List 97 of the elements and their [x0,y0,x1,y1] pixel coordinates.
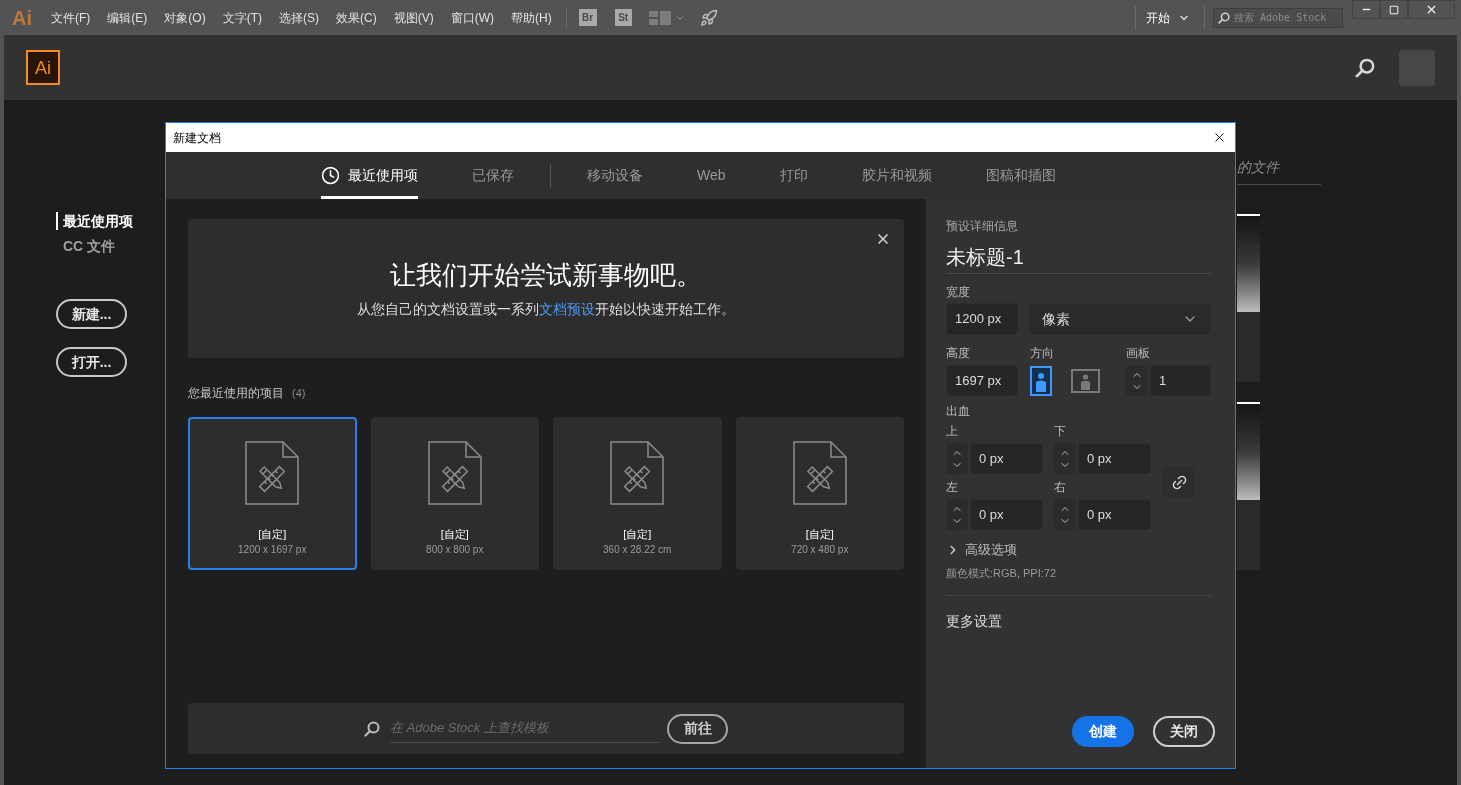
tab[interactable]: 胶片和视频 [861,152,932,199]
bleed-field[interactable]: 0 px [970,499,1043,530]
tab[interactable]: 已保存 [472,152,514,199]
recent-file-card[interactable] [1237,402,1260,570]
portrait-icon [1030,365,1052,396]
tab[interactable]: 图稿和插图 [985,152,1056,199]
bleed-side-label: 左 [946,480,958,494]
bleed-side-label: 右 [1054,480,1066,494]
advanced-options-toggle[interactable]: 高级选项 [946,542,1017,558]
close-button[interactable] [875,231,891,247]
go-button[interactable]: 前往 [667,713,728,744]
more-settings-link[interactable]: 更多设置 [946,612,1002,630]
presets-link[interactable]: 文档预设 [539,300,595,317]
document-tools-icon [427,441,482,505]
artboards-label: 画板 [1126,346,1151,360]
app-logo: Ai [12,7,32,28]
menu-item[interactable]: 视图(V) [393,8,434,27]
app-logo: Ai [26,50,60,85]
stepper-button[interactable] [1054,499,1076,530]
orientation-button[interactable] [1071,368,1100,393]
link-bleed-button[interactable] [1163,466,1195,498]
document-tools-icon [792,441,847,505]
width-label: 宽度 [946,285,971,299]
layout-grid-icon [648,10,671,25]
stepper-button[interactable] [946,443,968,474]
height-label: 高度 [946,346,971,360]
search-icon [1218,11,1230,24]
banner-subtitle: 从您自己的文档设置或一系列文档预设开始以快速开始工作。 [357,299,735,318]
recent-count: (4) [292,386,306,400]
clock-icon [321,166,340,185]
stepper-button[interactable] [946,499,968,530]
tab[interactable]: 打印 [779,152,808,199]
tab[interactable]: 移动设备 [587,152,643,199]
width-field[interactable]: 1200 px [946,303,1018,335]
preset-size: 360 x 28.22 cm [603,544,672,556]
arrange-documents-button[interactable] [648,10,685,25]
recent-file-card[interactable] [1237,214,1260,382]
bleed-side-label: 上 [946,424,958,438]
bleed-side-label: 下 [1054,424,1066,438]
recent-preset-card[interactable]: [自定] 800 x 800 px [370,417,539,570]
start-button[interactable]: 新建... [56,299,127,329]
color-mode-info: 颜色模式:RGB, PPI:72 [946,566,1058,580]
orientation-label: 方向 [1030,346,1055,360]
recent-preset-card[interactable]: [自定] 720 x 480 px [735,417,904,570]
bleed-field[interactable]: 0 px [1078,499,1151,530]
menu-item[interactable]: 编辑(E) [107,8,148,27]
landscape-icon [1071,368,1100,393]
menu-item[interactable]: 对象(O) [164,8,206,27]
menu-item[interactable]: 文件(F) [51,8,91,27]
maximize-icon [1389,4,1399,15]
artboards-field[interactable]: 1 [1150,365,1211,396]
menu-item[interactable]: 选择(S) [279,8,319,27]
workspace-switcher[interactable]: 开始 [1146,8,1190,27]
tab[interactable]: 最近使用项 [321,152,418,199]
menu-item[interactable]: 帮助(H) [511,8,552,27]
recent-files-search-field[interactable]: 的文件 [1237,157,1321,185]
start-button[interactable]: 打开... [56,347,127,377]
dialog-title: 新建文档 [173,129,221,147]
preset-name: [自定] [440,528,469,541]
close-dialog-button[interactable]: 关闭 [1153,716,1215,747]
rocket-icon[interactable] [699,8,718,27]
preset-name: [自定] [805,528,834,541]
recent-preset-card[interactable]: [自定] 1200 x 1697 px [188,417,357,570]
bridge-button[interactable]: Br [578,9,597,26]
menu-item[interactable]: 文字(T) [222,8,262,27]
close-icon [875,231,891,247]
banner-title: 让我们开始尝试新事物吧。 [390,259,702,290]
search-icon [364,720,380,737]
bleed-field[interactable]: 0 px [970,443,1043,474]
search-icon [1355,57,1375,78]
recent-heading: 您最近使用的项目 [188,386,284,400]
maximize-button[interactable] [1380,0,1408,19]
bleed-field[interactable]: 0 px [1078,443,1151,474]
preset-size: 720 x 480 px [791,544,849,556]
tab[interactable]: Web [697,152,726,199]
preset-name: [自定] [258,528,287,541]
nav-item[interactable]: CC 文件 [56,237,116,255]
document-name-field[interactable]: 未标题-1 [946,244,1211,274]
menu-item[interactable]: 窗口(W) [450,8,494,27]
stepper-button[interactable] [1054,443,1076,474]
nav-item[interactable]: 最近使用项 [56,212,133,230]
orientation-button[interactable] [1030,365,1052,396]
preset-size: 1200 x 1697 px [238,544,307,556]
menu-item[interactable]: 效果(C) [336,8,377,27]
details-heading: 预设详细信息 [946,219,1019,233]
preset-name: [自定] [623,528,652,541]
unit-dropdown[interactable]: 像素 [1029,303,1211,335]
close-icon [1425,3,1438,16]
stepper-button[interactable] [1126,365,1148,396]
document-tools-icon [610,441,665,505]
document-tools-icon [245,441,300,505]
height-field[interactable]: 1697 px [946,365,1018,396]
bleed-label: 出血 [946,404,971,418]
create-button[interactable]: 创建 [1072,716,1134,747]
preset-size: 800 x 800 px [426,544,484,556]
stock-button[interactable]: St [614,9,632,26]
recent-preset-card[interactable]: [自定] 360 x 28.22 cm [553,417,722,570]
